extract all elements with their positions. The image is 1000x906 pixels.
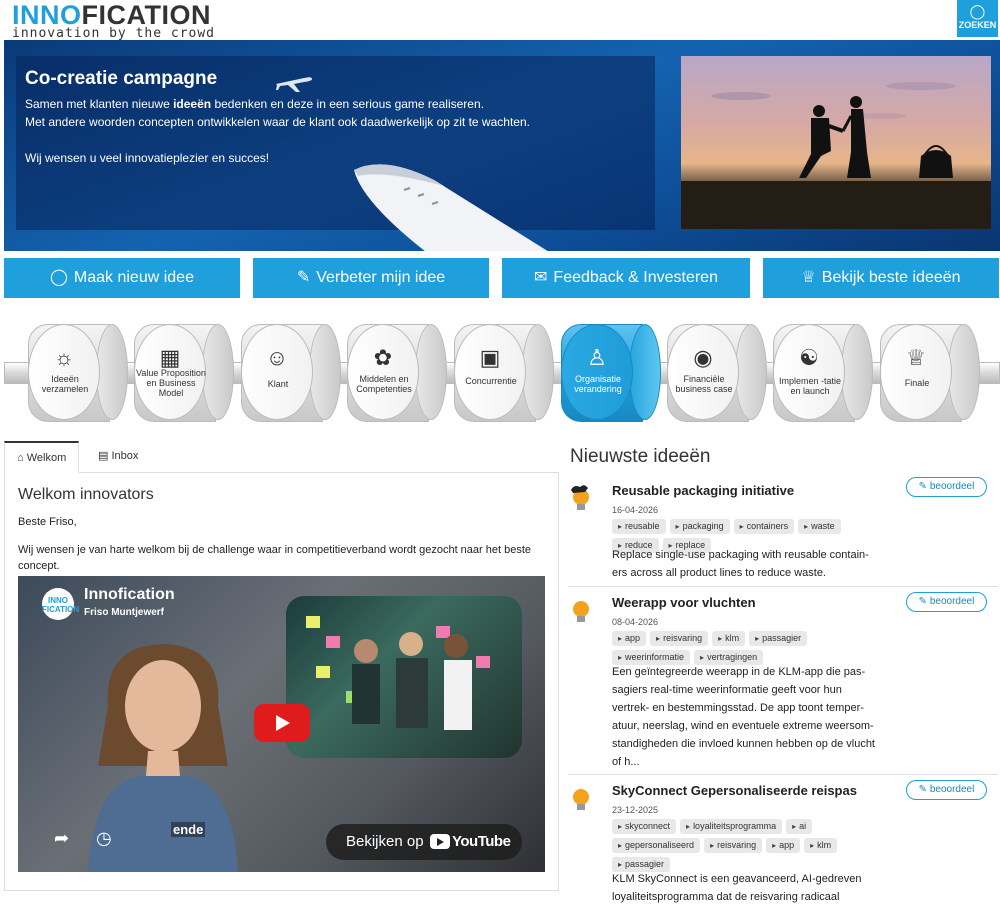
- idea-item[interactable]: Weerapp voor vluchten 08-04-2026 appreis…: [568, 588, 998, 775]
- video-caption: ende: [171, 822, 206, 837]
- tag[interactable]: reusable: [612, 519, 666, 534]
- idea-date: 08-04-2026: [612, 617, 659, 627]
- tag[interactable]: loyaliteitsprogramma: [680, 819, 783, 834]
- top-bar: INNOFICATION innovation by the crowd ◯ Z…: [0, 0, 1000, 42]
- trophy-icon: ♕: [801, 269, 816, 286]
- stage-organization-change[interactable]: ♙ Organisatie verandering: [561, 324, 661, 422]
- tag[interactable]: containers: [733, 519, 795, 534]
- innofication-logo[interactable]: INNOFICATION innovation by the crowd: [12, 2, 216, 42]
- watch-on-youtube-button[interactable]: Bekijken op YouTube: [326, 824, 522, 860]
- organization-icon: ♙: [587, 345, 607, 370]
- lightbulb-icon: ◯: [969, 3, 986, 19]
- welcome-greeting: Beste Friso,: [18, 516, 77, 528]
- new-idea-button[interactable]: ◯ Maak nieuw idee: [4, 258, 240, 298]
- play-button[interactable]: [254, 704, 310, 742]
- newest-ideas-title: Nieuwste ideeën: [570, 446, 711, 467]
- idea-date: 16-04-2026: [612, 505, 659, 515]
- pencil-icon: ✎: [918, 784, 928, 795]
- tag[interactable]: waste: [798, 519, 841, 534]
- tab-welkom[interactable]: ⌂ Welkom: [4, 441, 80, 473]
- lightbulb-icon: ◯: [50, 269, 68, 286]
- lightbulb-icon: [573, 601, 589, 622]
- edit-icon: ✎: [296, 269, 311, 286]
- rate-button[interactable]: ✎ beoordeel: [906, 592, 987, 612]
- tag[interactable]: passagier: [749, 631, 808, 646]
- idea-description: KLM SkyConnect is een geavanceerd, AI-ge…: [612, 873, 862, 903]
- banner-title: Co-creatie campagne: [25, 68, 218, 89]
- tag[interactable]: skyconnect: [612, 819, 677, 834]
- campaign-banner: Co-creatie campagne Samen met klanten ni…: [4, 40, 1000, 251]
- stage-finale[interactable]: ♕ Finale: [880, 324, 980, 422]
- inbox-icon: ▤: [98, 450, 109, 462]
- stage-resources[interactable]: ✿ Middelen en Competenties: [347, 324, 447, 422]
- airplane-fuselage-image: [354, 164, 548, 251]
- welcome-text: Wij wensen je van harte welkom bij de ch…: [18, 544, 532, 572]
- logo-tagline: innovation by the crowd: [12, 26, 216, 41]
- tag[interactable]: ai: [786, 819, 813, 834]
- welcome-panel: Welkom innovators Beste Friso, Wij wense…: [4, 472, 559, 891]
- welcome-title: Welkom innovators: [18, 486, 154, 503]
- pencil-icon: ✎: [918, 596, 928, 607]
- tag[interactable]: klm: [804, 838, 838, 853]
- lightbulb-dark-icon: [571, 485, 589, 510]
- customers-icon: ☺: [265, 345, 289, 370]
- tag[interactable]: gepersonaliseerd: [612, 838, 701, 853]
- tag[interactable]: reisvaring: [650, 631, 709, 646]
- tag[interactable]: packaging: [669, 519, 730, 534]
- youtube-video-player[interactable]: INNO FICATION Innofication Friso Muntjew…: [18, 576, 545, 872]
- stage-value-proposition[interactable]: ▦ Value Proposition en Business Model: [134, 324, 234, 422]
- best-ideas-button[interactable]: ♕ Bekijk beste ideeën: [763, 258, 999, 298]
- pencil-icon: ✎: [918, 481, 928, 492]
- airplane-icon: [276, 77, 312, 92]
- proposal-sunset-photo: [681, 56, 991, 229]
- challenge-stages: ☼ Ideeën verzamelen ▦ Value Proposition …: [0, 320, 1000, 422]
- search-button[interactable]: ◯ ZOEKEN: [957, 0, 998, 37]
- stage-business-case[interactable]: ◉ Financiële business case: [667, 324, 767, 422]
- idea-title[interactable]: SkyConnect Gepersonaliseerde reispas: [612, 783, 857, 798]
- idea-description: Replace single-use packaging with reusab…: [612, 549, 869, 579]
- stage-ideas[interactable]: ☼ Ideeën verzamelen: [28, 324, 128, 422]
- tag[interactable]: app: [766, 838, 801, 853]
- lightbulb-icon: ☼: [53, 345, 75, 370]
- youtube-play-icon: [430, 834, 450, 849]
- video-inset-image: [286, 596, 522, 758]
- share-icon[interactable]: ➦: [54, 828, 82, 856]
- banner-description: Samen met klanten nieuwe ideeën bedenken…: [25, 97, 530, 165]
- improve-idea-button[interactable]: ✎ Verbeter mijn idee: [253, 258, 489, 298]
- brain-icon: ✿: [373, 345, 393, 370]
- coins-icon: ◉: [693, 345, 713, 370]
- team-icon: ☯: [799, 345, 819, 370]
- channel-logo[interactable]: INNO FICATION: [42, 588, 79, 620]
- lightbulb-icon: [573, 789, 589, 810]
- rate-button[interactable]: ✎ beoordeel: [906, 477, 987, 497]
- idea-title[interactable]: Weerapp voor vluchten: [612, 595, 756, 610]
- idea-title[interactable]: Reusable packaging initiative: [612, 483, 794, 498]
- silhouette-couple-image: [681, 82, 991, 229]
- action-buttons: ◯ Maak nieuw idee ✎ Verbeter mijn idee ✉ Fe…: [0, 258, 1000, 299]
- idea-description: Een geïntegreerde weerapp in de KLM-app …: [612, 666, 875, 768]
- feedback-invest-button[interactable]: ✉ Feedback & Investeren: [502, 258, 750, 298]
- comments-icon: ✉: [534, 269, 548, 286]
- stage-implementation[interactable]: ☯ Implemen -tatie en launch: [773, 324, 873, 422]
- idea-item[interactable]: Reusable packaging initiative 16-04-2026…: [568, 476, 998, 587]
- welcome-tabs: ⌂ Welkom ▤ Inbox: [4, 441, 558, 473]
- video-title[interactable]: Innofication: [84, 586, 175, 604]
- home-icon: ⌂: [17, 452, 24, 464]
- tag[interactable]: app: [612, 631, 647, 646]
- idea-tags: skyconnectloyaliteitsprogrammaai geperson…: [612, 819, 882, 876]
- tag[interactable]: klm: [712, 631, 746, 646]
- idea-item[interactable]: SkyConnect Gepersonaliseerde reispas 23-…: [568, 776, 998, 906]
- tag[interactable]: reisvaring: [704, 838, 763, 853]
- trophy-icon: ♕: [906, 345, 926, 370]
- stage-customer[interactable]: ☺ Klant: [241, 324, 341, 422]
- gamepad-icon: ▣: [479, 345, 501, 370]
- idea-date: 23-12-2025: [612, 805, 659, 815]
- tab-inbox[interactable]: ▤ Inbox: [86, 441, 150, 471]
- stage-competition[interactable]: ▣ Concurrentie: [454, 324, 554, 422]
- clock-icon[interactable]: ◷: [96, 828, 124, 856]
- video-author: Friso Muntjewerf: [84, 607, 165, 618]
- rate-button[interactable]: ✎ beoordeel: [906, 780, 987, 800]
